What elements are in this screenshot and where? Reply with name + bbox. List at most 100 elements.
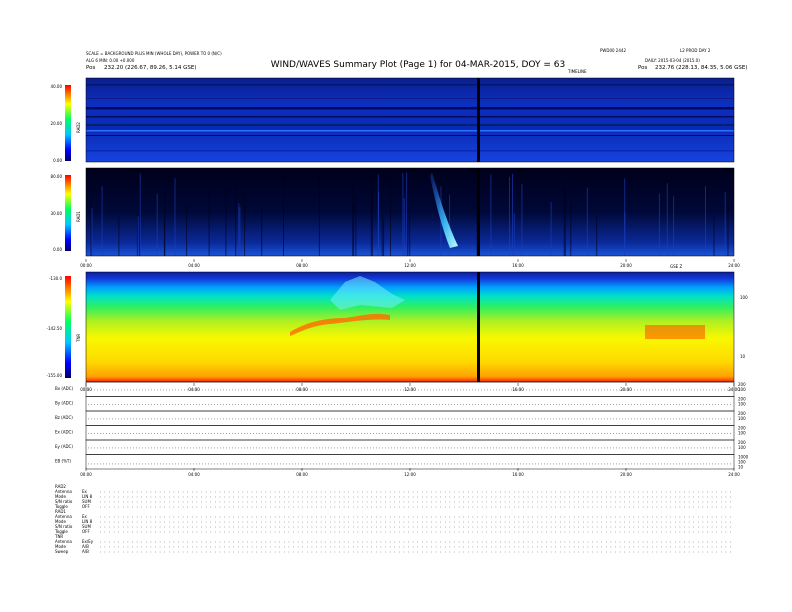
- tnr-axis-label: TNR: [76, 334, 81, 343]
- tnr-panel: TNR -130.0 -142.50 -155.00 GSE Z 100 10: [47, 264, 748, 383]
- rad1-streak: [512, 173, 513, 256]
- subplot-right-tick: 100: [738, 416, 746, 421]
- subplot-label: Bx (ADC): [55, 386, 74, 391]
- tnr-ytick-top: -130.0: [49, 276, 62, 281]
- subplot-label: Ex (ADC): [55, 430, 73, 435]
- rad1-streak: [118, 217, 120, 256]
- tnr-ytick-mid: -142.50: [47, 326, 63, 331]
- bottom-time-tick-label: 24:00: [728, 472, 740, 477]
- rad1-streak: [235, 184, 237, 256]
- rad1-streak: [137, 216, 139, 256]
- rad1-streak: [355, 194, 357, 256]
- timeline-label: TIMELINE: [567, 69, 587, 74]
- rad2-band: [86, 98, 734, 99]
- rad1-streak: [390, 176, 391, 256]
- rad1-streak: [713, 216, 715, 256]
- rad1-time-tick-label: 04:00: [188, 263, 200, 268]
- rad1-streak: [490, 174, 492, 256]
- rad1-streak: [174, 178, 176, 256]
- rad1-ytick-top: 80.00: [51, 174, 63, 179]
- rad1-streak: [352, 184, 354, 256]
- rad1-streak: [101, 186, 103, 256]
- rad1-streak: [406, 172, 408, 256]
- header-right-line1a: PWD00 2442: [600, 48, 626, 53]
- tnr-right-tick-10: 10: [740, 354, 746, 359]
- header-left-pos-value: 232.20 (226.67, 89.26, 5.14 GSE): [104, 65, 197, 71]
- rad1-streak: [244, 192, 246, 256]
- rad1-streak: [156, 193, 158, 256]
- tnr-time-tick-label: 04:00: [188, 387, 200, 392]
- subplot-frame: [85, 410, 735, 426]
- status-row-key: Sweep: [55, 549, 69, 554]
- rad1-streak: [407, 191, 409, 256]
- subplot-right-tick: 10: [738, 465, 744, 470]
- rad1-time-tick-label: 08:00: [296, 263, 308, 268]
- rad2-band: [86, 116, 734, 118]
- rad2-spectrogram: [86, 78, 734, 162]
- bottom-time-tick-label: 00:00: [80, 472, 92, 477]
- rad1-streak: [370, 188, 372, 256]
- rad1-time-tick-label: 20:00: [620, 263, 632, 268]
- header-left-pos-label: Pos: [86, 65, 95, 71]
- rad2-ytick-mid: 20.00: [51, 121, 63, 126]
- rad1-streak: [624, 212, 626, 256]
- rad1-streak: [318, 173, 320, 256]
- rad1-ytick-bottom: 0.00: [53, 247, 62, 252]
- tnr-late-emission: [645, 325, 705, 339]
- rad1-streak: [238, 203, 240, 256]
- subplot-right-tick: 100: [738, 402, 746, 407]
- data-gap-rad2: [477, 78, 480, 162]
- rad1-streak: [513, 213, 515, 256]
- rad1-streak: [550, 202, 552, 256]
- status-row-value: OFF: [82, 504, 90, 509]
- subplot-frame: [85, 439, 735, 455]
- tnr-right-top: GSE Z: [670, 264, 682, 269]
- header-left-line1: SCALE = BACKGROUND PLUS MIN (WHOLE DAY),…: [86, 51, 222, 56]
- bottom-time-tick-label: 08:00: [296, 472, 308, 477]
- rad2-band: [86, 84, 734, 86]
- bottom-time-tick-label: 16:00: [512, 472, 524, 477]
- rad2-axis-label: RAD2: [76, 122, 81, 133]
- subplot-label: Bz (ADC): [55, 415, 73, 420]
- rad1-streak: [409, 215, 411, 256]
- rad1-time-tick-label: 16:00: [512, 263, 524, 268]
- header-right-pos-value: 232.76 (228.13, 84.35, 5.06 GSE): [655, 65, 748, 71]
- rad1-streak: [353, 204, 355, 256]
- rad1-streak: [378, 192, 380, 256]
- header-right-line1b: L2 PROD DAY 2: [680, 48, 711, 53]
- subplot-right-tick: 100: [738, 431, 746, 436]
- rad2-band: [86, 107, 734, 110]
- rad1-streak: [186, 205, 188, 256]
- tnr-colorbar: [65, 276, 71, 378]
- rad1-streak: [509, 176, 510, 256]
- rad2-band: [86, 124, 734, 126]
- rad1-streak: [666, 183, 668, 256]
- rad1-streak: [705, 186, 706, 256]
- rad2-band: [86, 130, 734, 132]
- subplot-right-tick: 100: [738, 387, 746, 392]
- rad2-band: [86, 150, 734, 152]
- rad2-ytick-top: 40.00: [51, 84, 63, 89]
- header-right-line2: DAILY: 2015-03-04 (2015.0): [645, 58, 700, 63]
- rad1-streak: [403, 198, 405, 256]
- rad1-time-tick-label: 00:00: [80, 263, 92, 268]
- rad2-ytick-bottom: 0.00: [53, 158, 62, 163]
- rad1-streak: [596, 215, 598, 256]
- tnr-time-tick-label: 12:00: [404, 387, 416, 392]
- subplot-frame: [85, 396, 735, 412]
- subplot-frame: [85, 425, 735, 441]
- rad1-streak: [563, 183, 565, 256]
- rad1-streak: [383, 218, 385, 256]
- rad1-streak: [261, 208, 263, 256]
- rad1-streak: [90, 188, 92, 256]
- rad1-streak: [139, 173, 141, 256]
- tnr-time-tick-label: 16:00: [512, 387, 524, 392]
- rad1-streak: [381, 213, 383, 256]
- rad1-streak: [724, 192, 726, 256]
- rad1-streak: [570, 202, 572, 256]
- subplot-label: EB (%T): [55, 459, 71, 464]
- data-gap-rad1: [477, 168, 480, 256]
- rad2-panel: RAD2 40.00 20.00 0.00: [51, 77, 735, 163]
- plot-title: WIND/WAVES Summary Plot (Page 1) for 04-…: [271, 60, 565, 70]
- data-gap-tnr: [477, 272, 480, 382]
